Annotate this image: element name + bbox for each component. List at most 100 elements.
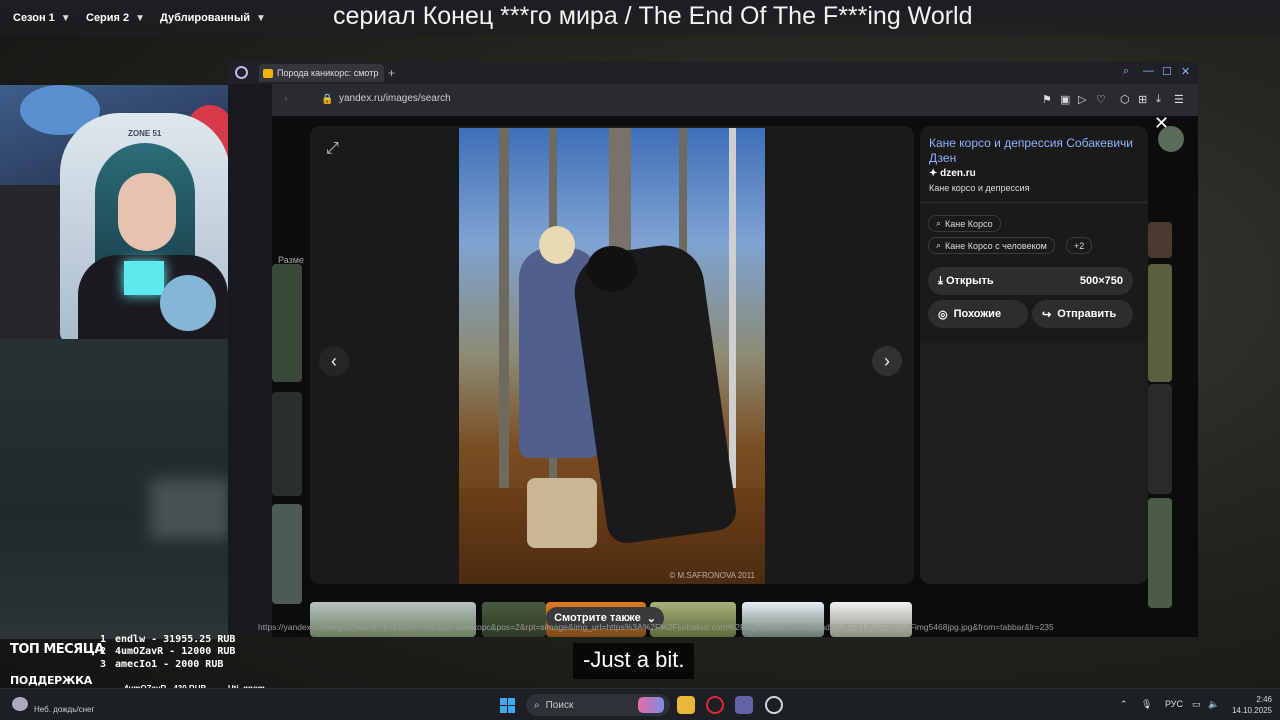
info-panel-lower (920, 342, 1148, 584)
main-photo[interactable]: © M.SAFRONOVA 2011 (459, 128, 765, 584)
taskbar-search[interactable]: ⌕ Поиск (526, 694, 670, 716)
dub-select[interactable]: Дублированный ▼ (160, 7, 266, 29)
opera-logo-icon[interactable] (235, 66, 248, 79)
result-thumbnail[interactable] (1148, 222, 1172, 258)
bing-highlight-icon (638, 697, 664, 713)
episode-select[interactable]: Серия 2 ▼ (86, 7, 145, 29)
tag-label: Кане Корсо (945, 218, 993, 229)
result-thumbnail[interactable] (1148, 264, 1172, 382)
rank-number: 1 (100, 634, 107, 645)
microphone-icon[interactable]: 🎙 (1141, 699, 1152, 710)
woman-boots (527, 478, 597, 548)
browser-titlebar: Порода каникорс: смотр + ⌕ — ☐ ✕ (228, 62, 1198, 84)
download-icon: ⤓ (938, 274, 943, 287)
image-viewer: ⤢ © M.SAFRONOVA 2011 ‹ › (310, 126, 914, 584)
chevron-left-icon: ‹ (331, 350, 337, 371)
volume-icon[interactable]: 🔈 (1208, 699, 1219, 710)
share-button[interactable]: ↪ Отправить (1032, 300, 1133, 328)
file-explorer-icon[interactable] (677, 696, 695, 714)
rank-number: 3 (100, 659, 107, 670)
close-window-icon[interactable]: ✕ (1181, 65, 1190, 78)
divider (920, 202, 1148, 203)
blurred-shape (150, 479, 230, 539)
tag-chip[interactable]: ⌕ Кане Корсо с человеком (928, 237, 1055, 254)
expand-icon[interactable]: ⤢ (326, 140, 339, 158)
season-select[interactable]: Сезон 1 ▼ (13, 7, 71, 29)
video-subtitle: -Just a bit. (573, 643, 695, 679)
plush-toy (160, 275, 216, 331)
chevron-down-icon: ▼ (135, 12, 146, 24)
similar-images-button[interactable]: ◎ Похожие (928, 300, 1028, 328)
maximize-icon[interactable]: ☐ (1162, 65, 1172, 78)
clock-date: 14.10.2025 (1231, 706, 1272, 715)
language-indicator[interactable]: РУС (1165, 699, 1183, 709)
led-light (124, 261, 164, 295)
search-icon: ⌕ (936, 218, 942, 228)
player-top-bar: Сезон 1 ▼ Серия 2 ▼ Дублированный ▼ сери… (0, 0, 1280, 36)
donation-row: 2 4umOZavR - 12000 RUB (100, 646, 235, 657)
chevron-down-icon: ▼ (60, 12, 71, 24)
result-thumbnail[interactable] (1148, 384, 1172, 494)
monitor-icon[interactable]: ▭ (1192, 699, 1201, 710)
more-tags-count: +2 (1074, 240, 1085, 251)
tag-chip[interactable]: ⌕ Кане Корсо (928, 215, 1001, 232)
streamer-face (118, 173, 176, 251)
menu-icon[interactable]: ☰ (1174, 93, 1184, 106)
donation-row: 1 endlw - 31955.25 RUB (100, 634, 235, 645)
teams-icon[interactable] (735, 696, 753, 714)
previous-image-button[interactable]: ‹ (319, 346, 349, 376)
result-thumbnail[interactable] (272, 392, 302, 496)
bookmark-icon[interactable]: ⚑ (1042, 93, 1052, 106)
windows-taskbar: Неб. дождь/снег ⌕ Поиск ⌃ 🎙 РУС ▭ 🔈 2:46… (0, 688, 1280, 720)
lock-icon[interactable]: 🔒 (321, 94, 333, 105)
background-shelf (0, 185, 60, 339)
share-label: Отправить (1057, 308, 1117, 320)
result-title-link[interactable]: Кане корсо и депрессия Собакевичи Дзен (929, 136, 1139, 166)
result-thumbnail[interactable] (1148, 498, 1172, 608)
tree-trunk (499, 128, 509, 528)
wallet-icon[interactable]: ⊞ (1138, 93, 1147, 106)
open-image-button[interactable]: ⤓ Открыть 500×750 (928, 267, 1133, 295)
chevron-up-icon[interactable]: ⌃ (1120, 699, 1128, 710)
minimize-icon[interactable]: — (1143, 65, 1154, 77)
new-tab-icon[interactable]: + (388, 66, 395, 80)
opera-icon[interactable] (706, 696, 724, 714)
similar-label: Похожие (953, 308, 1002, 320)
search-icon[interactable]: ⌕ (1123, 65, 1129, 78)
weather-icon[interactable] (12, 697, 28, 711)
windows-start-icon[interactable] (500, 698, 515, 713)
url-field[interactable]: yandex.ru/images/search (339, 93, 451, 104)
forward-icon[interactable]: › (284, 93, 288, 105)
clock[interactable]: 2:46 14.10.2025 (1228, 694, 1272, 716)
source-link[interactable]: ✦ dzen.ru (929, 168, 976, 179)
clock-time: 2:46 (1256, 695, 1272, 704)
woman-head (539, 226, 575, 264)
browser-sidebar (228, 84, 272, 637)
chevron-down-icon: ▼ (255, 12, 266, 24)
search-placeholder: Поиск (545, 699, 574, 711)
weather-text[interactable]: Неб. дождь/снег (34, 705, 94, 714)
share-icon: ↪ (1042, 308, 1052, 321)
source-domain: dzen.ru (940, 168, 976, 179)
snapshot-icon[interactable]: ▣ (1060, 93, 1070, 106)
screen: Сезон 1 ▼ Серия 2 ▼ Дублированный ▼ сери… (0, 0, 1280, 720)
result-thumbnail[interactable] (272, 264, 302, 382)
top-month-title: ТОП МЕСЯЦА (10, 642, 104, 657)
donation-text: endlw - 31955.25 RUB (115, 634, 236, 645)
browser-tab[interactable]: Порода каникорс: смотр (259, 64, 384, 82)
extensions-icon[interactable]: ⬡ (1120, 93, 1130, 106)
download-icon[interactable]: ⤓ (1156, 93, 1161, 106)
next-image-button[interactable]: › (872, 346, 902, 376)
dub-label: Дублированный (160, 12, 250, 24)
tag-label: Кане Корсо с человеком (945, 240, 1047, 251)
play-icon[interactable]: ▷ (1078, 93, 1086, 106)
heart-icon[interactable]: ♡ (1096, 93, 1106, 106)
result-thumbnail[interactable] (272, 504, 302, 604)
yandex-favicon-icon (263, 68, 273, 78)
open-label: Открыть (945, 274, 994, 287)
donation-text: 4umOZavR - 12000 RUB (115, 646, 236, 657)
more-tags-chip[interactable]: +2 (1066, 237, 1093, 254)
user-avatar[interactable] (1158, 126, 1184, 152)
app-icon[interactable] (765, 696, 783, 714)
season-label: Сезон 1 (13, 12, 55, 24)
